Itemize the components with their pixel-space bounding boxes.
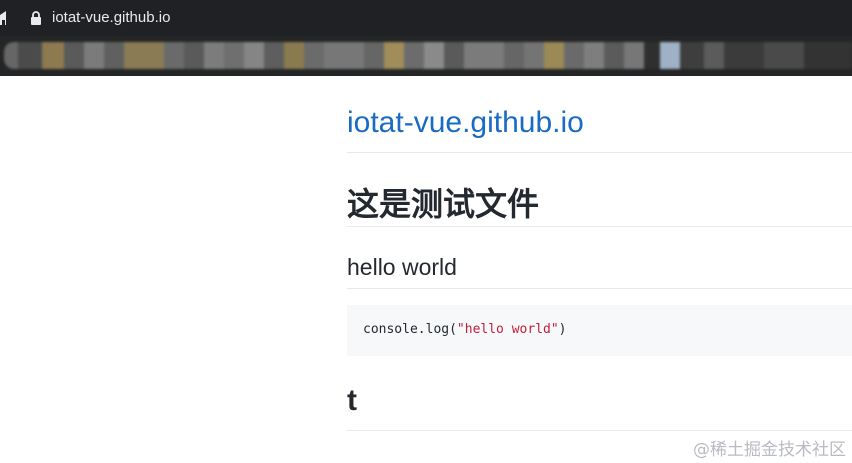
- title-divider: [347, 152, 852, 153]
- code-block: console.log("hello world"): [347, 305, 852, 356]
- bookmarks-bar-blurred: [0, 36, 852, 76]
- section-divider: [347, 288, 852, 289]
- t-divider: [347, 430, 852, 431]
- heading-t: t: [347, 384, 357, 417]
- page-heading: 这是测试文件: [347, 186, 540, 222]
- code-prefix: console.log(: [363, 322, 457, 337]
- code-suffix: ): [558, 322, 567, 337]
- watermark: @稀土掘金技术社区: [693, 440, 846, 460]
- site-title-link[interactable]: iotat-vue.github.io: [347, 106, 584, 140]
- code-line: console.log("hello world"): [363, 322, 567, 337]
- section-heading-hello-world: hello world: [347, 254, 457, 280]
- blurred-bookmarks: [4, 42, 852, 69]
- address-bar-url[interactable]: iotat-vue.github.io: [52, 9, 170, 26]
- home-icon[interactable]: [0, 11, 6, 25]
- lock-icon[interactable]: [30, 11, 42, 25]
- browser-toolbar: iotat-vue.github.io: [0, 0, 852, 36]
- heading-divider: [347, 226, 852, 227]
- code-string: "hello world": [456, 322, 559, 337]
